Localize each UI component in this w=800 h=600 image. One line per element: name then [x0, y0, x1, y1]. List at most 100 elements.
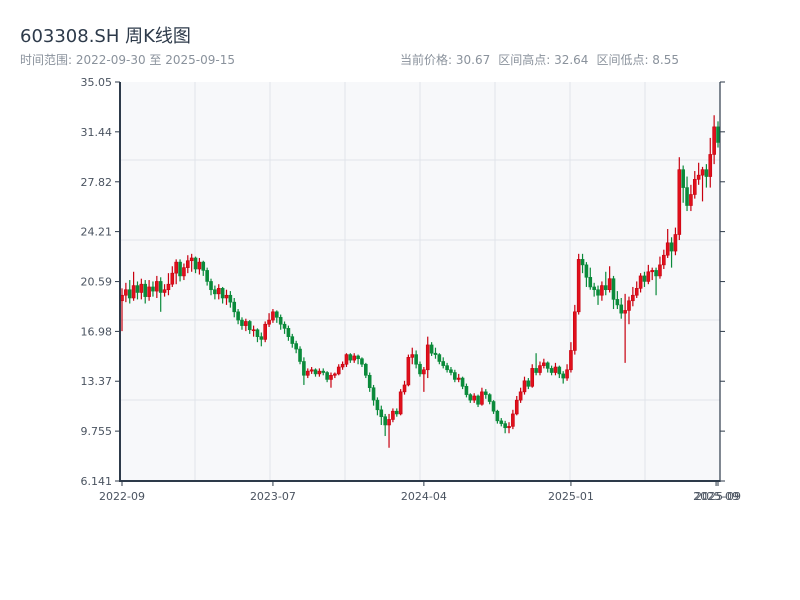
candle-up	[511, 413, 515, 427]
candle-up	[317, 370, 322, 375]
candle-down	[375, 399, 380, 411]
candle-down	[371, 387, 376, 401]
candle-up	[677, 169, 682, 235]
candle-down	[282, 323, 287, 329]
candle-down	[704, 169, 709, 177]
candle-up	[189, 257, 194, 262]
candle-down	[499, 420, 504, 424]
candle-up	[124, 289, 128, 296]
candle-down	[588, 276, 593, 288]
candle-up	[425, 344, 430, 371]
candle-up	[336, 366, 341, 375]
candle-up	[197, 261, 202, 270]
candle-up	[530, 368, 535, 387]
candle-up	[352, 355, 357, 361]
candle-down	[615, 299, 620, 306]
candle-down	[236, 311, 240, 321]
candle-down	[143, 283, 148, 297]
candle-down	[255, 329, 260, 337]
candle-up	[662, 254, 666, 266]
candle-up	[309, 369, 314, 372]
candle-down	[247, 321, 252, 331]
candle-up	[131, 285, 136, 299]
candle-up	[665, 242, 670, 256]
candle-down	[449, 369, 453, 373]
candle-down	[298, 348, 302, 362]
y-tick-label: 24.21	[81, 226, 113, 239]
candle-up	[329, 374, 333, 380]
candle-down	[445, 365, 449, 371]
candle-up	[398, 391, 403, 415]
candle-up	[631, 294, 635, 302]
candle-up	[712, 126, 716, 155]
candle-up	[456, 377, 461, 380]
candle-up	[391, 410, 395, 420]
candle-up	[650, 270, 655, 273]
candlestick-chart: 35.05 31.44 27.82 24.21 20.59 16.98 13.37 9.755…	[81, 76, 741, 503]
candle-down	[491, 401, 496, 412]
candle-up	[422, 369, 426, 375]
candle-down	[584, 264, 589, 278]
candle-up	[480, 391, 484, 405]
candle-down	[681, 169, 685, 188]
candle-down	[453, 372, 457, 380]
y-tick-label: 27.82	[81, 176, 113, 189]
candle-up	[565, 369, 569, 379]
candle-up	[542, 362, 546, 366]
candle-up	[514, 399, 519, 415]
candle-up	[573, 311, 577, 351]
candle-down	[193, 257, 198, 270]
candle-up	[182, 267, 186, 277]
candle-down	[429, 344, 434, 354]
candle-down	[228, 294, 233, 303]
candle-down	[561, 373, 565, 379]
candle-up	[139, 283, 144, 293]
candle-up	[271, 311, 275, 321]
candle-up	[174, 261, 178, 274]
candle-up	[410, 354, 415, 358]
y-tick-label: 35.05	[81, 76, 113, 89]
y-tick-label: 9.755	[81, 425, 113, 438]
candle-up	[576, 259, 581, 313]
candle-down	[367, 374, 372, 389]
candle-down	[441, 361, 446, 366]
candle-down	[205, 270, 209, 282]
candle-up	[406, 357, 411, 386]
candle-up	[155, 281, 159, 292]
candle-down	[232, 301, 237, 313]
candle-down	[549, 368, 554, 373]
candle-up	[162, 289, 167, 293]
candle-down	[127, 289, 132, 299]
candle-up	[305, 370, 310, 376]
candle-down	[313, 369, 318, 375]
candle-down	[294, 343, 298, 350]
candle-down	[495, 410, 500, 422]
candle-down	[360, 358, 364, 365]
candle-up	[689, 194, 693, 206]
x-tick-label: 2024-04	[401, 490, 447, 503]
candle-down	[158, 281, 163, 293]
candle-down	[716, 126, 720, 143]
candle-down	[654, 270, 658, 277]
candle-up	[696, 174, 701, 180]
candle-down	[534, 368, 538, 373]
candle-up	[244, 321, 248, 326]
candle-up	[627, 300, 631, 311]
candle-up	[402, 384, 407, 393]
candle-down	[240, 319, 244, 326]
x-tick-label: 2023-07	[250, 490, 296, 503]
candle-up	[387, 419, 391, 426]
candle-down	[178, 261, 182, 277]
candle-down	[394, 410, 399, 415]
candle-down	[209, 281, 213, 291]
candle-down	[580, 259, 585, 266]
x-tick-label: 2022-09	[99, 490, 145, 503]
candle-down	[356, 355, 360, 360]
candle-down	[460, 377, 465, 387]
candle-down	[278, 317, 283, 325]
candle-down	[596, 289, 600, 296]
candle-down	[603, 285, 608, 291]
candle-down	[526, 380, 531, 387]
candle-up	[267, 319, 271, 325]
candle-down	[557, 366, 562, 375]
